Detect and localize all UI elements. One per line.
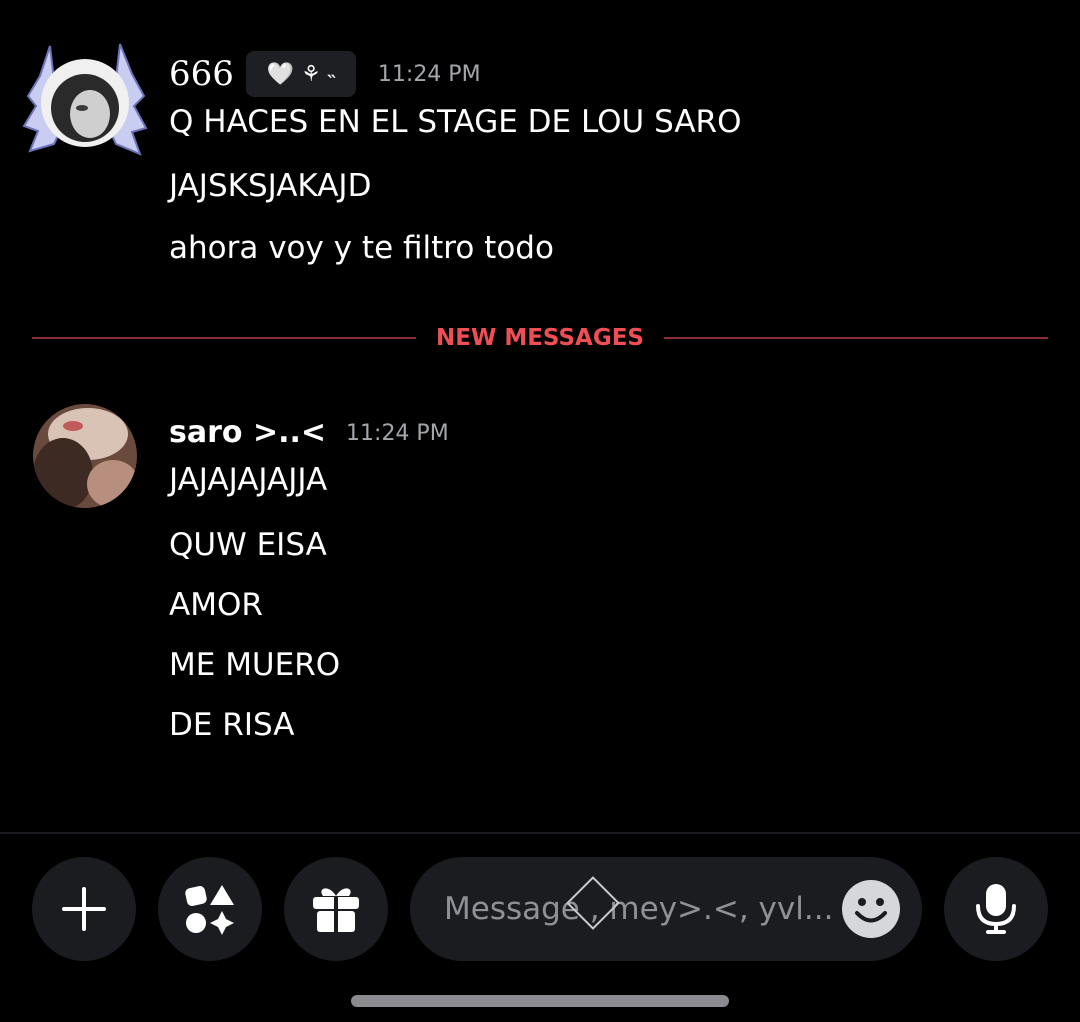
message-input-placeholder: Message , mey>.<, yvl...: [444, 891, 834, 927]
username-saro[interactable]: saro >..<: [169, 413, 326, 453]
message-group-666: 666 🤍 ⚘ ˵ 11:24 PM Q HACES EN EL STAGE D…: [0, 0, 1080, 280]
angel-wings-avatar-frame: [22, 43, 148, 156]
plus-icon: [62, 887, 106, 931]
message-line[interactable]: JAJSKSJAKAJD: [169, 166, 371, 206]
avatar-photo: [33, 404, 137, 508]
gift-icon: [313, 888, 359, 932]
message-header-saro: saro >..< 11:24 PM: [169, 413, 449, 453]
apps-button[interactable]: [158, 857, 262, 961]
attach-button[interactable]: [32, 857, 136, 961]
new-messages-label: NEW MESSAGES: [436, 325, 644, 351]
message-line[interactable]: AMOR: [169, 585, 263, 625]
emoji-button[interactable]: [840, 878, 902, 940]
message-group-saro: saro >..< 11:24 PM JAJAJAJAJJA QUW EISA …: [0, 380, 1080, 760]
message-input[interactable]: Message , mey>.<, yvl...: [410, 857, 922, 961]
message-line[interactable]: DE RISA: [169, 705, 294, 745]
gift-button[interactable]: [284, 857, 388, 961]
message-line[interactable]: Q HACES EN EL STAGE DE LOU SARO: [169, 102, 742, 142]
new-messages-divider-left: [32, 337, 416, 339]
microphone-icon: [976, 884, 1016, 934]
voice-message-button[interactable]: [944, 857, 1048, 961]
apps-icon: [185, 885, 234, 935]
message-line[interactable]: ahora voy y te filtro todo: [169, 228, 554, 268]
username-666[interactable]: 666: [169, 54, 234, 94]
composer-separator: [0, 832, 1080, 834]
message-line[interactable]: JAJAJAJAJJA: [169, 460, 327, 500]
message-line[interactable]: ME MUERO: [169, 645, 340, 685]
user-tag-badge[interactable]: 🤍 ⚘ ˵: [245, 51, 356, 97]
timestamp: 11:24 PM: [346, 420, 449, 446]
new-messages-divider-right: [664, 337, 1048, 339]
avatar-saro[interactable]: [33, 404, 137, 508]
home-indicator[interactable]: [351, 995, 729, 1007]
message-line[interactable]: QUW EISA: [169, 525, 327, 565]
emoji-icon: [842, 880, 900, 938]
message-header-666: 666 🤍 ⚘ ˵ 11:24 PM: [169, 51, 481, 97]
timestamp: 11:24 PM: [377, 61, 481, 87]
avatar-666[interactable]: [20, 36, 150, 166]
